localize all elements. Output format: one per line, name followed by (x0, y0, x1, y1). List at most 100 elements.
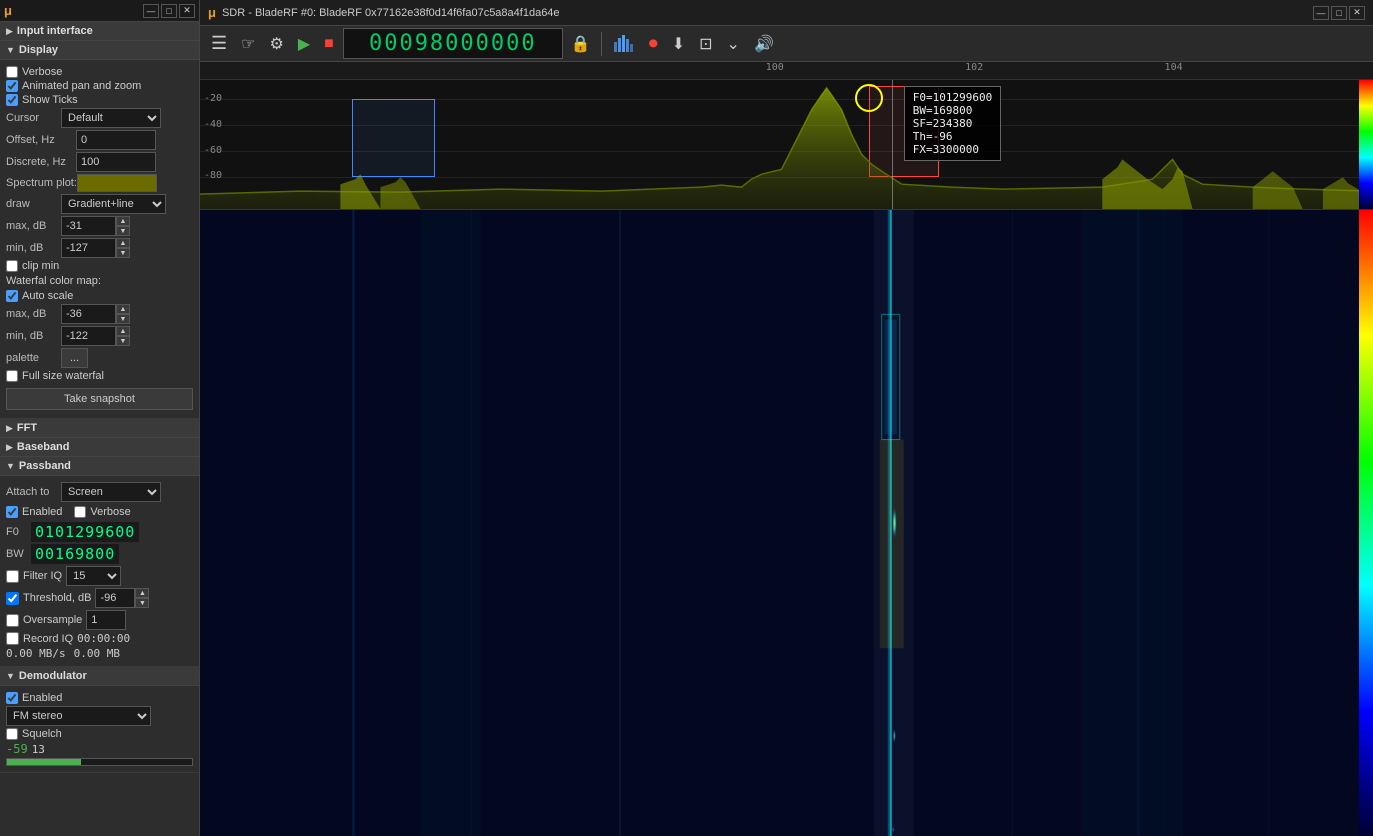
sdr-close-button[interactable]: ✕ (1349, 6, 1365, 20)
stop-button[interactable]: ■ (319, 32, 339, 56)
verbose-row: Verbose (6, 66, 193, 78)
animated-checkbox[interactable] (6, 80, 18, 92)
fft-title: FFT (17, 422, 37, 434)
maximize-button[interactable]: □ (161, 4, 177, 18)
spectrum-svg (200, 80, 1373, 209)
show-ticks-checkbox[interactable] (6, 94, 18, 106)
wf-min-db-input[interactable] (61, 326, 116, 346)
record-iq-checkbox[interactable] (6, 632, 19, 645)
frequency-display[interactable]: 00098000000 (343, 28, 563, 59)
demod-enabled-checkbox[interactable] (6, 692, 18, 704)
cursor-select[interactable]: Default Cross None (61, 108, 161, 128)
passband-header[interactable]: ▼ Passband (0, 457, 199, 476)
demodulator-header[interactable]: ▼ Demodulator (0, 667, 199, 686)
attach-to-label: Attach to (6, 486, 61, 498)
sdr-maximize-button[interactable]: □ (1331, 6, 1347, 20)
fft-header[interactable]: ▶ FFT (0, 419, 199, 438)
spectrum-color-swatch[interactable] (77, 174, 157, 192)
passband-checks: Enabled Verbose (6, 504, 193, 520)
record-button[interactable]: ⏺ (644, 30, 663, 57)
squelch-label: Squelch (22, 728, 62, 740)
min-db-down[interactable]: ▼ (116, 248, 130, 258)
wf-min-db-down[interactable]: ▼ (116, 336, 130, 346)
spectrum-plot-row: Spectrum plot: (6, 174, 193, 192)
filter-iq-select[interactable]: 15 31 63 (66, 566, 121, 586)
sdr-title-text: SDR - BladeRF #0: BladeRF 0x77162e38f0d1… (222, 7, 560, 19)
wf-max-db-input[interactable] (61, 304, 116, 324)
auto-scale-checkbox[interactable] (6, 290, 18, 302)
settings-button[interactable]: ⚙ (264, 31, 288, 57)
oversample-input[interactable] (86, 610, 126, 630)
max-db-row: max, dB ▲ ▼ (6, 216, 193, 236)
threshold-checkbox[interactable] (6, 592, 19, 605)
f0-display: 0101299600 (31, 522, 139, 542)
oversample-checkbox[interactable] (6, 614, 19, 627)
download-button[interactable]: ⬇ (667, 31, 690, 57)
threshold-input[interactable] (95, 588, 135, 608)
freq-ruler-top: 100 102 104 (200, 62, 1373, 80)
spectrum-button[interactable] (608, 31, 640, 57)
max-db-label: max, dB (6, 220, 61, 232)
threshold-label: Threshold, dB (23, 592, 91, 604)
threshold-up[interactable]: ▲ (135, 588, 149, 598)
clip-min-checkbox[interactable] (6, 260, 18, 272)
wf-max-db-up[interactable]: ▲ (116, 304, 130, 314)
volume-button[interactable]: 🔊 (749, 31, 779, 57)
sdr-titlebar: μ SDR - BladeRF #0: BladeRF 0x77162e38f0… (200, 0, 1373, 26)
waterfall[interactable] (200, 210, 1373, 836)
discrete-hz-input[interactable] (76, 152, 156, 172)
min-db-input[interactable] (61, 238, 116, 258)
pb-verbose-checkbox[interactable] (74, 506, 86, 518)
show-ticks-label: Show Ticks (22, 94, 78, 106)
fm-select[interactable]: FM stereo FM mono AM USB LSB (6, 706, 151, 726)
filter-iq-row: Filter IQ 15 31 63 (6, 566, 193, 586)
min-db-up[interactable]: ▲ (116, 238, 130, 248)
app-icon: μ (4, 3, 12, 18)
display-header[interactable]: ▼ Display (0, 41, 199, 60)
signal-circle-marker (855, 84, 883, 112)
animated-label: Animated pan and zoom (22, 80, 141, 92)
pb-verbose-row: Verbose (74, 506, 130, 518)
waterfall-color-label: Waterfal color map: (6, 275, 101, 287)
fft-arrow: ▶ (6, 423, 13, 434)
crop-button[interactable]: ⊡ (694, 31, 717, 57)
threshold-down[interactable]: ▼ (135, 598, 149, 608)
bw-label: BW (6, 548, 31, 560)
draw-select[interactable]: Gradient+line Line Filled (61, 194, 166, 214)
menu-button[interactable]: ☰ (206, 30, 232, 57)
record-size1: 0.00 MB/s (6, 647, 66, 660)
threshold-row: Threshold, dB ▲ ▼ (6, 588, 193, 608)
verbose-label: Verbose (22, 66, 62, 78)
pointer-button[interactable]: ☞ (236, 31, 260, 57)
pb-enabled-checkbox[interactable] (6, 506, 18, 518)
waterfall-color-label-row: Waterfal color map: (6, 275, 193, 287)
max-db-up[interactable]: ▲ (116, 216, 130, 226)
spectrum-graph[interactable]: -20 -40 -60 -80 (200, 80, 1373, 210)
verbose-checkbox[interactable] (6, 66, 18, 78)
snapshot-button[interactable]: Take snapshot (6, 388, 193, 410)
f0-label: F0 (6, 526, 31, 538)
max-db-input[interactable] (61, 216, 116, 236)
attach-to-select[interactable]: Screen Signal (61, 482, 161, 502)
full-size-checkbox[interactable] (6, 370, 18, 382)
wf-min-db-up[interactable]: ▲ (116, 326, 130, 336)
max-db-down[interactable]: ▼ (116, 226, 130, 236)
f0-row: F0 0101299600 (6, 522, 193, 542)
invert-button[interactable]: ⌄ (722, 31, 745, 57)
auto-scale-row: Auto scale (6, 290, 193, 302)
play-button[interactable]: ▶ (293, 31, 315, 57)
sdr-minimize-button[interactable]: — (1313, 6, 1329, 20)
input-interface-header[interactable]: ▶ Input interface (0, 22, 199, 41)
lock-icon[interactable]: 🔒 (567, 34, 595, 54)
minimize-button[interactable]: — (143, 4, 159, 18)
toolbar-sep-1 (601, 32, 602, 56)
squelch-checkbox[interactable] (6, 728, 18, 740)
close-button[interactable]: ✕ (179, 4, 195, 18)
bw-display: 00169800 (31, 544, 119, 564)
baseband-header[interactable]: ▶ Baseband (0, 438, 199, 457)
wf-max-db-down[interactable]: ▼ (116, 314, 130, 324)
filter-iq-checkbox[interactable] (6, 570, 19, 583)
offset-hz-input[interactable] (76, 130, 156, 150)
palette-button[interactable]: ... (61, 348, 88, 368)
oversample-row: Oversample (6, 610, 193, 630)
